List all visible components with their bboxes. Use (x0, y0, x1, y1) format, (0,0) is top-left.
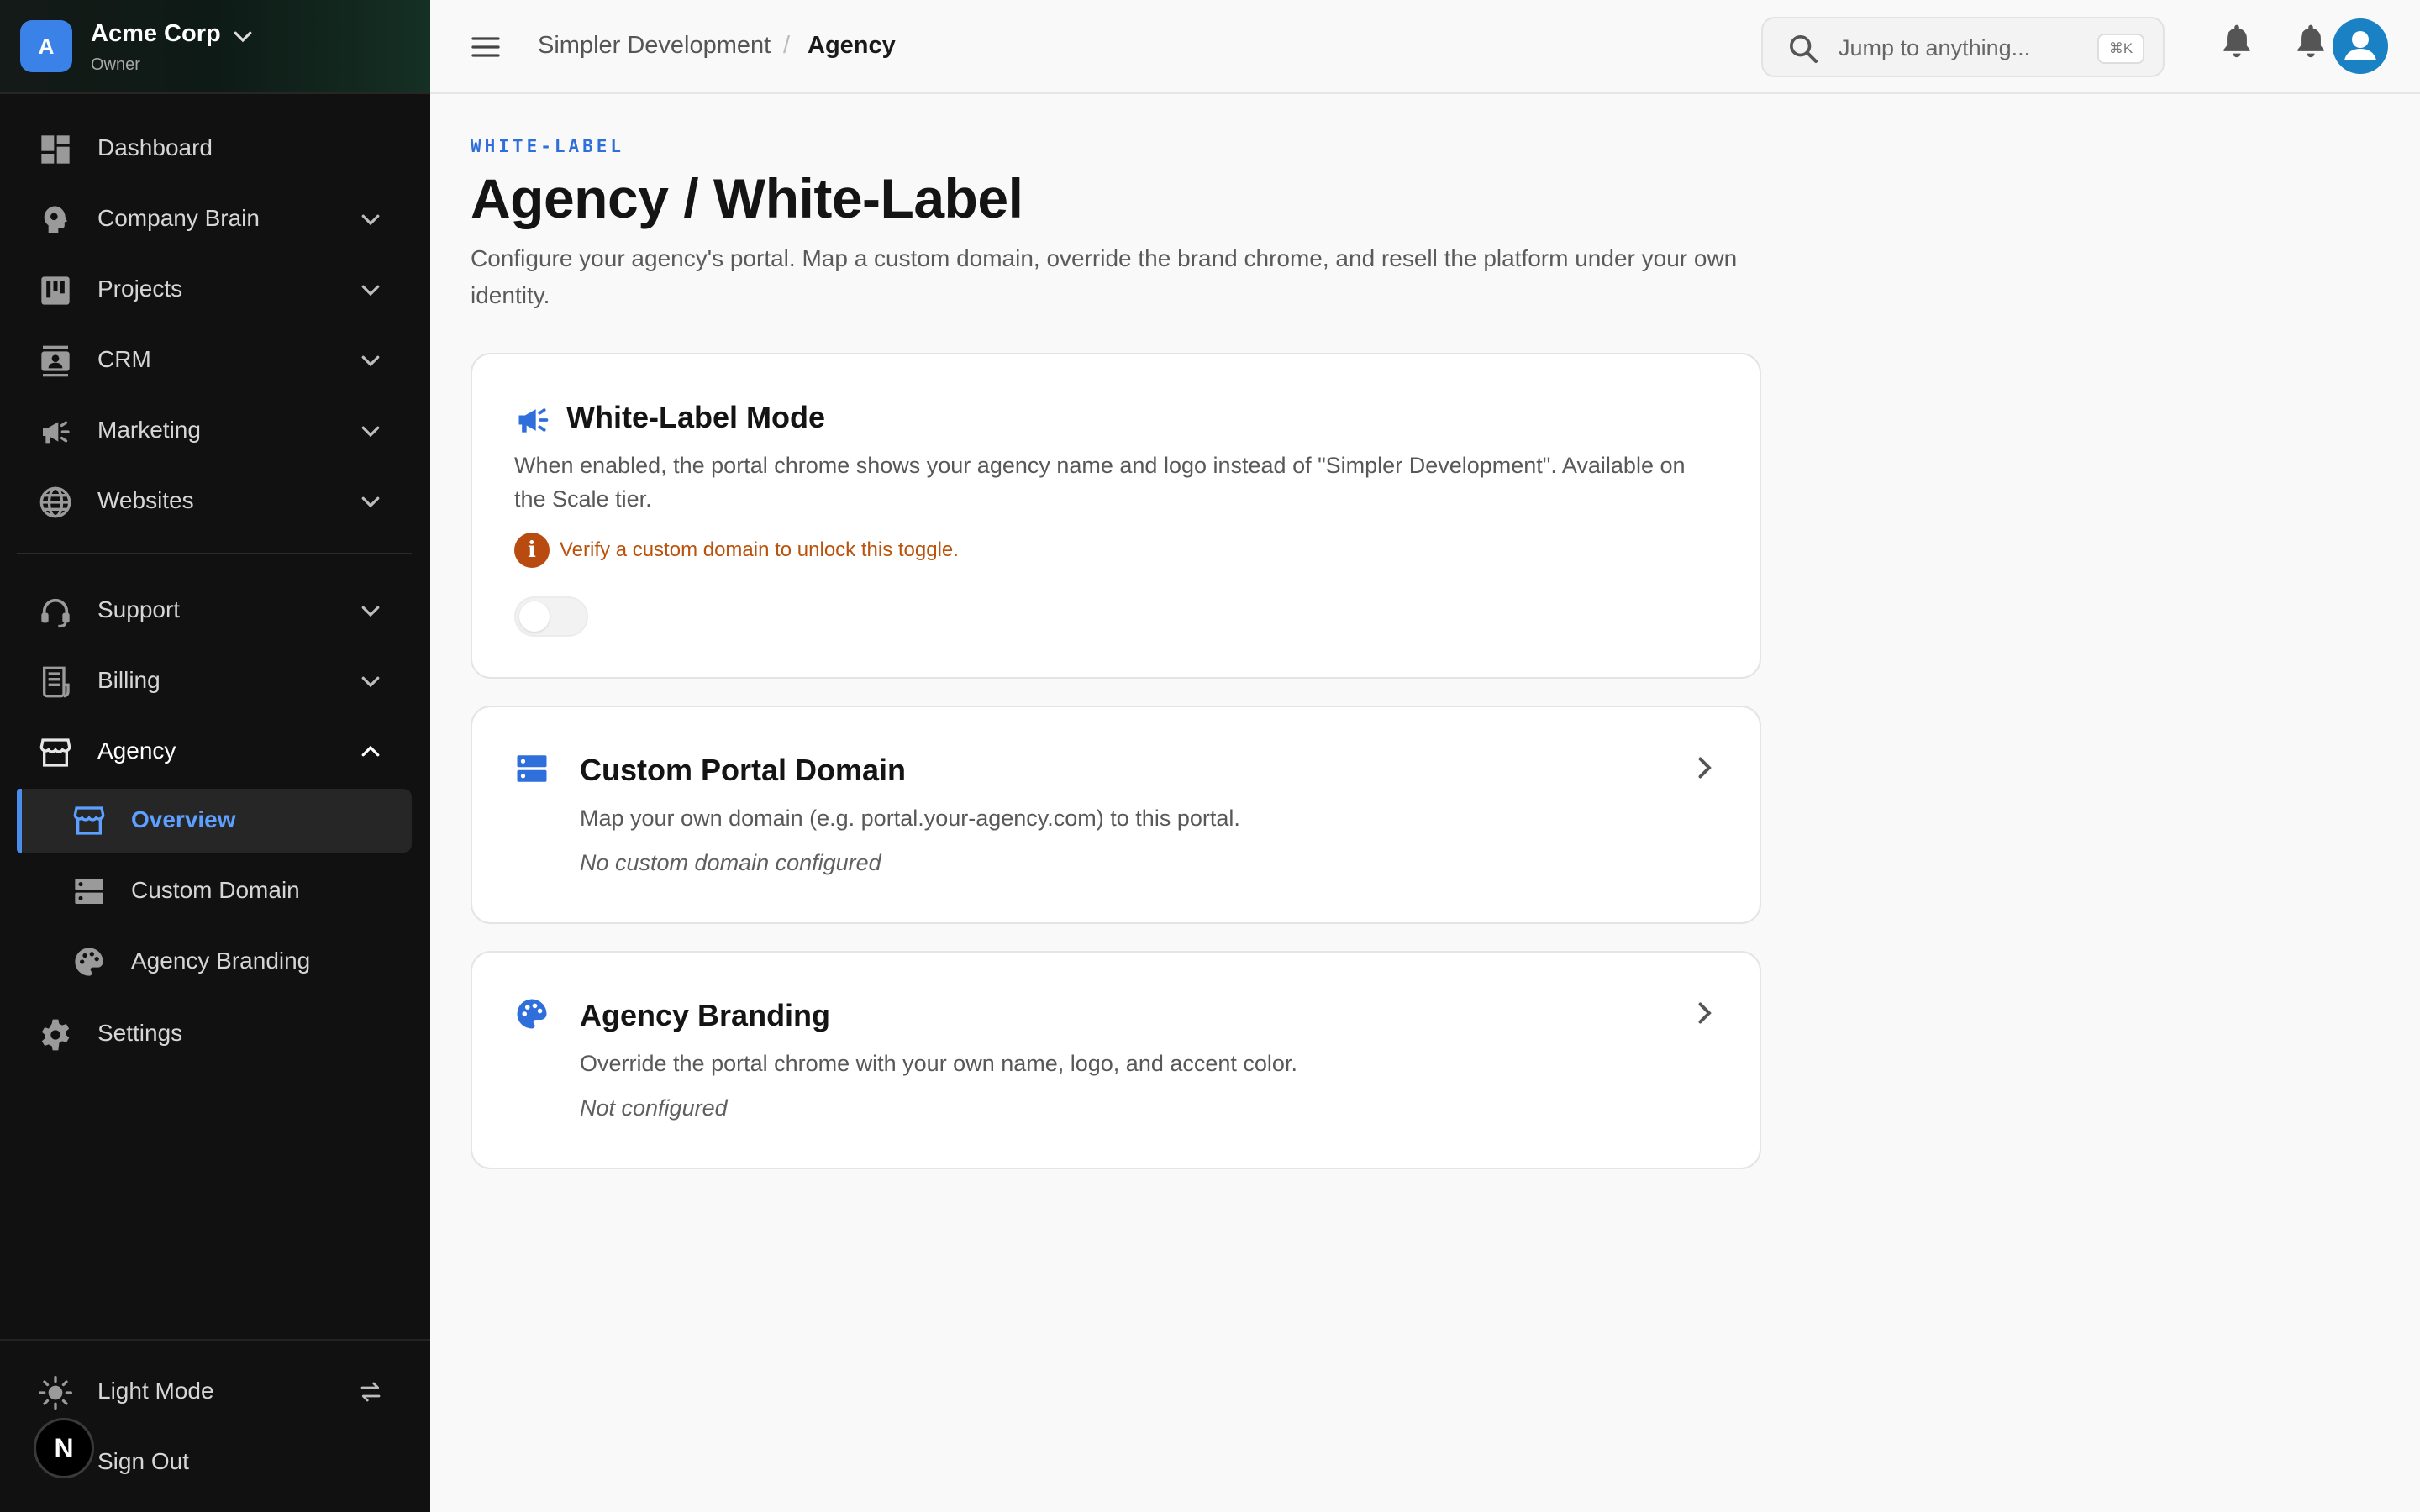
megaphone-icon (518, 408, 549, 433)
kanban-icon (41, 276, 70, 305)
storefront-icon (73, 806, 105, 835)
theme-toggle[interactable]: Light Mode (17, 1359, 412, 1423)
breadcrumb-current: Agency (808, 32, 896, 59)
sidebar: A Acme Corp Owner Dashboard Company Brai… (0, 0, 430, 1512)
chevron-down-icon (361, 676, 380, 688)
sidebar-subitem-overview[interactable]: Overview (17, 789, 412, 853)
palette-icon (517, 999, 547, 1029)
sidebar-item-label: Marketing (97, 417, 201, 443)
sidebar-item-label: CRM (97, 346, 151, 372)
chevron-down-icon (361, 496, 380, 508)
card-description: When enabled, the portal chrome shows yo… (514, 453, 1686, 512)
warning-text: Verify a custom domain to unlock this to… (560, 538, 959, 561)
sidebar-divider (17, 553, 412, 554)
avatar[interactable] (2333, 18, 2388, 74)
sidebar-item-marketing[interactable]: Marketing (17, 398, 412, 462)
chevron-up-icon (361, 745, 380, 757)
org-switcher[interactable]: A Acme Corp Owner (0, 0, 430, 94)
sidebar-item-support[interactable]: Support (17, 578, 412, 642)
server-icon (75, 879, 103, 904)
sidebar-subitem-label: Custom Domain (131, 877, 300, 903)
sidebar-bottom-divider (0, 1339, 430, 1341)
org-avatar: A (20, 20, 72, 72)
chevron-down-icon (361, 606, 380, 617)
dashboard-icon (41, 135, 70, 164)
info-icon: i (514, 533, 550, 568)
sidebar-item-label: Websites (97, 487, 194, 513)
org-role: Owner (91, 55, 140, 74)
card-title: White-Label Mode (566, 400, 825, 434)
chevron-down-icon (234, 31, 252, 43)
search-shortcut: ⌘K (2097, 34, 2144, 64)
headset-icon (41, 598, 70, 628)
sidebar-item-websites[interactable]: Websites (17, 469, 412, 533)
card-status: No custom domain configured (580, 850, 881, 875)
card-description: Map your own domain (e.g. portal.your-ag… (580, 806, 1240, 831)
search-placeholder: Jump to anything... (1839, 35, 2031, 60)
sidebar-item-label: Support (97, 596, 181, 622)
palette-icon (75, 948, 103, 976)
domain-warning: i Verify a custom domain to unlock this … (514, 533, 959, 568)
sidebar-item-label: Settings (97, 1020, 183, 1046)
storefront-icon (39, 738, 71, 767)
chevron-down-icon (361, 355, 380, 367)
search-input[interactable]: Jump to anything... ⌘K (1761, 17, 2165, 77)
toggle-knob (519, 601, 550, 632)
brain-icon (44, 206, 67, 233)
sidebar-item-projects[interactable]: Projects (17, 257, 412, 321)
chevron-down-icon (361, 285, 380, 297)
sidebar-item-crm[interactable]: CRM (17, 328, 412, 391)
sidebar-item-label: Company Brain (97, 205, 260, 231)
search-icon (1790, 35, 1818, 63)
page-title: Agency / White-Label (471, 167, 1023, 229)
sidebar-subitem-agency-branding[interactable]: Agency Branding (17, 930, 412, 994)
custom-domain-card[interactable]: Custom Portal Domain Map your own domain… (471, 706, 1761, 924)
receipt-icon (43, 666, 70, 698)
sidebar-item-agency[interactable]: Agency (17, 719, 412, 783)
chevron-right-icon (1698, 757, 1712, 779)
server-icon (517, 755, 547, 782)
white-label-card: White-Label Mode When enabled, the porta… (471, 353, 1761, 679)
chevron-down-icon (361, 426, 380, 438)
sidebar-item-label: Projects (97, 276, 183, 302)
sidebar-item-label: Agency (97, 738, 176, 764)
agency-branding-card[interactable]: Agency Branding Override the portal chro… (471, 951, 1761, 1169)
page-description: Configure your agency's portal. Map a cu… (471, 245, 1738, 308)
globe-icon (39, 486, 71, 518)
sidebar-item-dashboard[interactable]: Dashboard (17, 116, 412, 180)
sidebar-subitem-custom-domain[interactable]: Custom Domain (17, 859, 412, 923)
bell-icon[interactable] (2292, 20, 2329, 60)
bell-icon[interactable] (2218, 20, 2255, 60)
sign-out-label: Sign Out (97, 1448, 189, 1474)
sidebar-subitem-label: Agency Branding (131, 948, 311, 974)
chevron-down-icon (361, 214, 380, 226)
page-eyebrow: WHITE-LABEL (471, 136, 625, 156)
chevron-right-icon (1698, 1002, 1712, 1024)
white-label-toggle[interactable] (514, 596, 588, 637)
sidebar-subitem-label: Overview (131, 806, 236, 832)
n-badge[interactable]: N (34, 1418, 94, 1478)
breadcrumb-separator: / (783, 32, 791, 59)
sidebar-item-label: Billing (97, 667, 160, 693)
gear-icon (41, 1019, 70, 1051)
topbar: Simpler Development / Agency Jump to any… (430, 0, 2420, 94)
sidebar-item-label: Dashboard (97, 134, 213, 160)
card-title: Custom Portal Domain (580, 753, 907, 787)
card-title: Agency Branding (580, 998, 831, 1032)
contacts-icon (41, 345, 70, 377)
megaphone-icon (43, 421, 70, 444)
hamburger-menu-icon[interactable] (469, 30, 502, 64)
breadcrumb-item[interactable]: Simpler Development (538, 32, 771, 60)
card-status: Not configured (580, 1095, 728, 1121)
sidebar-item-billing[interactable]: Billing (17, 648, 412, 712)
theme-toggle-label: Light Mode (97, 1378, 214, 1404)
sun-icon (39, 1376, 72, 1410)
user-icon (2344, 31, 2376, 60)
sidebar-item-settings[interactable]: Settings (17, 1001, 412, 1065)
swap-icon (360, 1382, 381, 1402)
card-description: Override the portal chrome with your own… (580, 1051, 1297, 1076)
org-name: Acme Corp (91, 20, 221, 47)
sidebar-item-company-brain[interactable]: Company Brain (17, 186, 412, 250)
